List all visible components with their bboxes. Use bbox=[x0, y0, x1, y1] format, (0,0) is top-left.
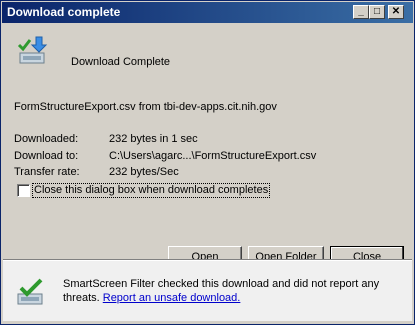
window-title: Download complete bbox=[7, 5, 121, 19]
download-to-value: C:\Users\agarc...\FormStructureExport.cs… bbox=[109, 150, 317, 162]
maximize-icon: □ bbox=[373, 6, 381, 17]
dialog-body: Download Complete FormStructureExport.cs… bbox=[2, 23, 413, 323]
report-unsafe-download-link[interactable]: Report an unsafe download. bbox=[103, 292, 241, 304]
transfer-rate-value: 232 bytes/Sec bbox=[109, 166, 179, 178]
smartscreen-shield-check-icon bbox=[15, 278, 47, 308]
close-when-complete-label[interactable]: Close this dialog box when download comp… bbox=[31, 183, 271, 198]
downloaded-value: 232 bytes in 1 sec bbox=[109, 133, 198, 145]
close-when-complete-checkbox[interactable] bbox=[17, 184, 30, 197]
download-complete-icon bbox=[16, 35, 50, 69]
file-source-line: FormStructureExport.csv from tbi-dev-app… bbox=[14, 101, 277, 113]
minimize-button[interactable]: _ bbox=[353, 5, 369, 19]
download-complete-heading: Download Complete bbox=[71, 56, 171, 68]
downloaded-label: Downloaded: bbox=[14, 133, 79, 145]
close-icon: ✕ bbox=[391, 6, 401, 17]
minimize-icon: _ bbox=[358, 6, 364, 17]
smartscreen-panel: SmartScreen Filter checked this download… bbox=[3, 261, 412, 321]
smartscreen-message: SmartScreen Filter checked this download… bbox=[63, 277, 383, 305]
title-bar[interactable]: Download complete _ □ ✕ bbox=[2, 2, 413, 23]
transfer-rate-label: Transfer rate: bbox=[14, 166, 80, 178]
close-window-button[interactable]: ✕ bbox=[388, 5, 404, 19]
maximize-button[interactable]: □ bbox=[369, 5, 385, 19]
download-complete-dialog: Download complete _ □ ✕ Download Complet… bbox=[0, 0, 415, 325]
download-to-label: Download to: bbox=[14, 150, 79, 162]
